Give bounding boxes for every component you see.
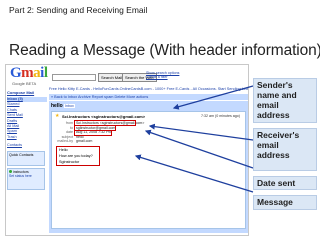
inbox-label[interactable]: Inbox (64, 104, 75, 108)
message-view: Free Hello Kitty E-Cards - HelloFunCards… (49, 87, 248, 235)
chat-status-hint[interactable]: Set status here (9, 174, 43, 178)
header-details: from Sci.Instructors <sginstructors@gmail… (55, 120, 242, 144)
message-toolbar[interactable]: « Back to Inbox Archive Report spam Dele… (49, 94, 248, 100)
left-nav: Compose Mail Inbox (5) Starred Chats Sen… (7, 90, 47, 191)
search-input[interactable] (52, 74, 96, 81)
sender-name: Sci.Instructors <sginstructors@gmail.com… (62, 114, 146, 119)
gmail-screenshot: Gmail Google BETA Search Mail Search the… (5, 64, 249, 236)
message-highlight-box (56, 145, 100, 166)
slide-title: Reading a Message (With header informati… (9, 42, 320, 59)
part-heading: Part 2: Sending and Receiving Email (9, 5, 148, 15)
callout-receiver: Receiver's email address (253, 128, 317, 171)
create-filter-link[interactable]: Create a filter (146, 75, 179, 79)
gmail-logo: Gmail Google BETA (10, 65, 48, 86)
quick-contacts-title[interactable]: Quick Contacts (9, 153, 43, 157)
callout-sender: Sender's name and email address (253, 78, 317, 123)
star-icon[interactable]: ★ (55, 114, 59, 119)
callout-date: Date sent (253, 176, 317, 190)
date-highlight-box (74, 130, 112, 136)
message-subject: hello Inbox (51, 103, 75, 109)
message-panel: hello Inbox ★ Sci.Instructors <sginstruc… (49, 101, 248, 233)
compose-link[interactable]: Compose Mail (7, 90, 47, 95)
message-body: ★ Sci.Instructors <sginstructors@gmail.c… (51, 111, 246, 229)
nav-item-trash[interactable]: Trash (7, 135, 47, 140)
contacts-link[interactable]: Contacts (7, 143, 47, 148)
quick-contacts-box: Quick Contacts (7, 151, 45, 167)
callout-list: Sender's name and email address Receiver… (253, 78, 317, 215)
message-time: 7:32 am (0 minutes ago) (201, 114, 240, 118)
message-text: Hello How are you today? Sginstructor (56, 145, 242, 166)
online-status-icon (9, 170, 12, 174)
chat-box: instructors Set status here (7, 168, 45, 191)
search-options-links[interactable]: Show search options Create a filter (146, 71, 179, 80)
callout-message: Message (253, 195, 317, 210)
header-row: mailed-by gmail.com (57, 139, 93, 144)
web-clip[interactable]: Free Hello Kitty E-Cards - HelloFunCards… (49, 87, 248, 93)
